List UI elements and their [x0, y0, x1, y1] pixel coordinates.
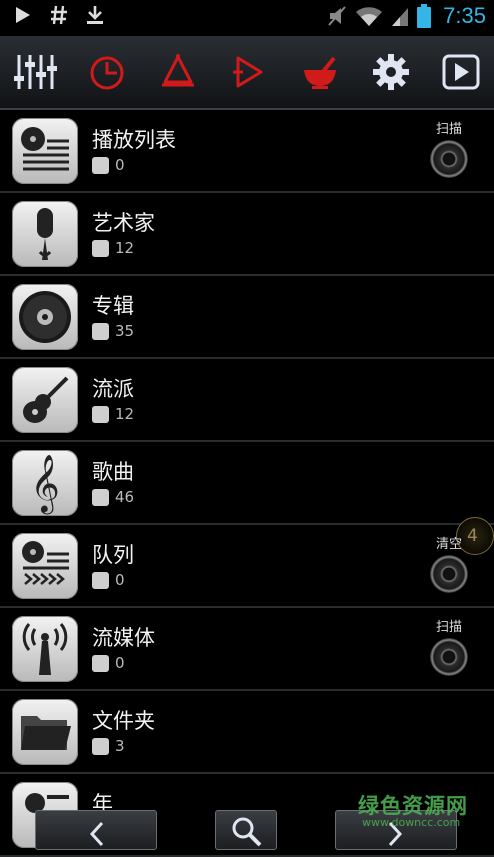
- list-item-folders[interactable]: 文件夹 3: [0, 691, 494, 774]
- play-icon: [16, 7, 30, 23]
- list-item-title: 艺术家: [92, 211, 155, 235]
- folder-small-icon: [92, 737, 109, 755]
- guitar-small-icon: [92, 405, 109, 423]
- guitar-icon: [12, 367, 78, 433]
- equalizer-button[interactable]: [0, 36, 70, 108]
- disc-small-icon: [92, 322, 109, 340]
- item-count: 0: [115, 156, 125, 174]
- item-count: 12: [115, 239, 135, 257]
- download-icon: [87, 6, 103, 24]
- now-playing-button[interactable]: [426, 36, 494, 108]
- now-playing-icon: [442, 54, 480, 90]
- battery-icon: [417, 4, 432, 28]
- library-list: 播放列表 0 扫描 艺术家 12 专辑 35 流派 12 𝄞 歌曲 46 队列 …: [0, 110, 494, 857]
- sleep-timer-icon: [90, 56, 124, 90]
- settings-icon: [373, 54, 409, 90]
- scan-label: 扫描: [435, 620, 462, 635]
- list-item-title: 专辑: [92, 294, 134, 318]
- clock: 7:35: [443, 3, 486, 28]
- next-icon: [233, 56, 263, 88]
- next-button[interactable]: [214, 36, 284, 108]
- disc-icon: [12, 284, 78, 350]
- playlist-small-icon: [92, 156, 109, 174]
- status-bar: 7:35: [0, 0, 494, 36]
- scan-button[interactable]: [430, 140, 468, 178]
- list-item-streams[interactable]: 流媒体 0 扫描: [0, 608, 494, 691]
- item-count: 0: [115, 571, 125, 589]
- search-icon: [232, 817, 262, 847]
- list-item-title: 流媒体: [92, 626, 155, 650]
- list-item-playlists[interactable]: 播放列表 0 扫描: [0, 110, 494, 193]
- list-item-title: 队列: [92, 543, 134, 567]
- wifi-icon: [356, 7, 383, 26]
- list-item-title: 文件夹: [92, 709, 155, 733]
- treble-clef-icon: 𝄞: [12, 450, 78, 516]
- signal-icon: [392, 8, 409, 26]
- watermark-url: www.downcc.com: [362, 816, 461, 829]
- mortar-icon: [304, 56, 336, 89]
- microphone-icon: [12, 201, 78, 267]
- back-button[interactable]: [35, 810, 157, 850]
- list-item-artists[interactable]: 艺术家 12: [0, 193, 494, 276]
- mortar-button[interactable]: [285, 36, 355, 108]
- equalizer-icon: [14, 55, 57, 89]
- list-item-queue[interactable]: 队列 0 4 清空: [0, 517, 494, 608]
- list-item-genres[interactable]: 流派 12: [0, 359, 494, 442]
- settings-button[interactable]: [356, 36, 426, 108]
- queue-icon: [12, 533, 78, 599]
- scan-button[interactable]: [430, 638, 468, 676]
- clear-label: 清空: [435, 537, 462, 552]
- list-item-songs[interactable]: 𝄞 歌曲 46: [0, 442, 494, 525]
- alarm-icon: [162, 54, 194, 87]
- alarm-button[interactable]: [143, 36, 213, 108]
- queue-small-icon: [92, 571, 109, 589]
- back-icon: [89, 821, 104, 847]
- search-button[interactable]: [215, 810, 277, 850]
- microphone-small-icon: [92, 239, 109, 257]
- toolbar: [0, 36, 494, 110]
- item-count: 0: [115, 654, 125, 672]
- scan-label: 扫描: [435, 122, 462, 137]
- list-item-albums[interactable]: 专辑 35: [0, 276, 494, 359]
- clef-small-icon: [92, 488, 109, 506]
- clear-button[interactable]: [430, 555, 468, 593]
- hash-icon: [51, 5, 67, 25]
- sleep-timer-button[interactable]: [72, 36, 142, 108]
- item-count: 12: [115, 405, 135, 423]
- item-count: 46: [115, 488, 135, 506]
- list-item-title: 流派: [92, 377, 134, 401]
- list-item-title: 歌曲: [92, 460, 134, 484]
- folder-icon: [12, 699, 78, 765]
- antenna-icon: [12, 616, 78, 682]
- list-item-title: 播放列表: [92, 128, 176, 152]
- mute-icon: [328, 6, 346, 26]
- antenna-small-icon: [92, 654, 109, 672]
- item-count: 3: [115, 737, 125, 755]
- playlist-icon: [12, 118, 78, 184]
- item-count: 35: [115, 322, 135, 340]
